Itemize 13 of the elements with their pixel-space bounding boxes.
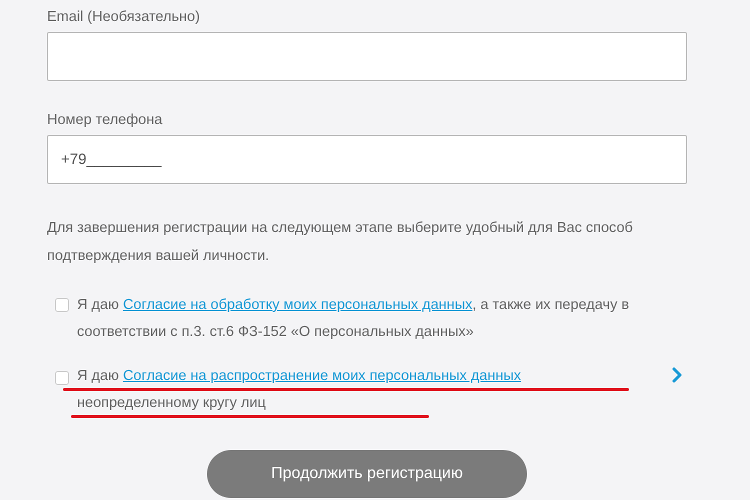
input-field[interactable] [47, 32, 687, 81]
consent-link[interactable]: Согласие на распространение моих персональных данных [122, 368, 522, 384]
checkbox[interactable] [55, 298, 69, 312]
input-field[interactable]: +79_________ [47, 135, 687, 184]
continue-button[interactable]: Продолжить регистрацию [207, 450, 527, 498]
checkbox[interactable] [55, 371, 69, 385]
consent-text: Я даю Согласие на распространение моих персональных данных [77, 367, 522, 386]
instruction-text: Для завершения регистрации на следующем этапе выберите удобный для Вас способ подтверждения вашей личности. [47, 219, 634, 266]
field-label: Email (Необязательно) [47, 8, 201, 27]
consent-link[interactable]: Согласие на обработку моих персональных данных [122, 297, 472, 313]
consent-text: неопределенному кругу лиц [77, 394, 266, 413]
field-label: Номер телефона [47, 111, 164, 130]
consent-text: Я даю Согласие на обработку моих персональных данных, а также их передачу в соответствии с п.3. ст.6 ФЗ-152 «О персональных данных» [77, 296, 630, 342]
